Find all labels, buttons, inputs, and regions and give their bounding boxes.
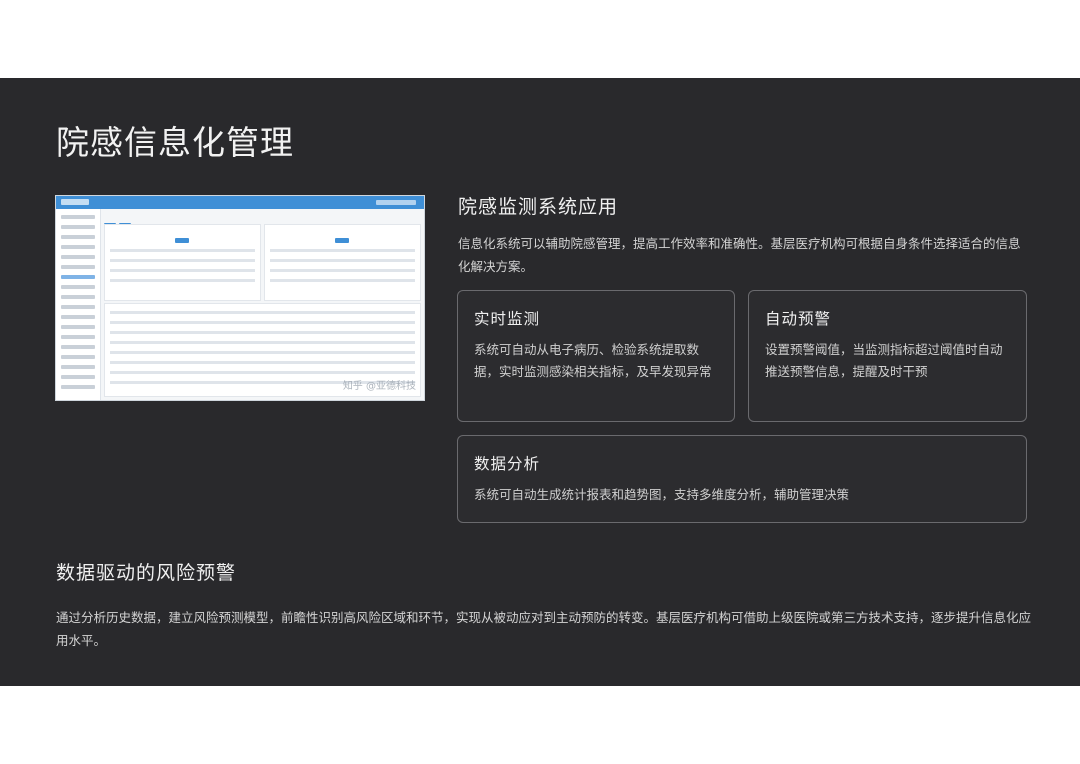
card-title: 数据分析	[474, 455, 541, 473]
slide: 院感信息化管理 知乎 @亚德科技 院感监测系统应用 信息化系统可以辅助院感管理，…	[0, 78, 1080, 686]
screenshot-content	[104, 213, 421, 397]
card-text: 设置预警阈值，当监测指标超过阈值时自动推送预警信息，提醒及时干预	[765, 342, 1003, 379]
card-text: 系统可自动生成统计报表和趋势图，支持多维度分析，辅助管理决策	[474, 487, 850, 502]
screenshot-header	[56, 196, 424, 209]
risk-section-title: 数据驱动的风险预警	[56, 562, 237, 584]
screenshot-sidebar	[56, 209, 101, 400]
card-realtime-monitoring: 实时监测 系统可自动从电子病历、检验系统提取数据，实时监测感染相关指标，及早发现…	[457, 290, 735, 422]
card-text: 系统可自动从电子病历、检验系统提取数据，实时监测感染相关指标，及早发现异常	[474, 342, 712, 379]
card-data-analysis: 数据分析 系统可自动生成统计报表和趋势图，支持多维度分析，辅助管理决策	[457, 435, 1027, 523]
page-title: 院感信息化管理	[56, 123, 294, 162]
monitoring-section-description: 信息化系统可以辅助院感管理，提高工作效率和准确性。基层医疗机构可根据自身条件选择…	[458, 236, 1021, 274]
system-screenshot: 知乎 @亚德科技	[55, 195, 425, 401]
card-title: 实时监测	[474, 310, 541, 328]
monitoring-section-title: 院感监测系统应用	[458, 196, 619, 218]
card-auto-warning: 自动预警 设置预警阈值，当监测指标超过阈值时自动推送预警信息，提醒及时干预	[748, 290, 1027, 422]
screenshot-watermark: 知乎 @亚德科技	[342, 381, 416, 392]
card-title: 自动预警	[765, 310, 832, 328]
risk-section-description: 通过分析历史数据，建立风险预测模型，前瞻性识别高风险区域和环节，实现从被动应对到…	[56, 610, 1032, 648]
